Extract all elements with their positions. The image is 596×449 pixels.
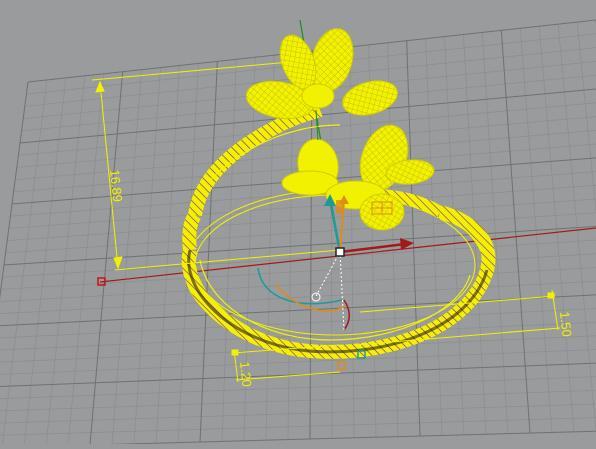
dimension-band-thickness-label: 1.20: [237, 361, 255, 388]
dimension-band-width-label: 1.50: [557, 311, 575, 338]
x-axis-line: [99, 227, 596, 283]
rhino-perspective-viewport[interactable]: 16.89 1.50 1.20: [0, 0, 596, 448]
flower-top[interactable]: [243, 24, 401, 124]
dimension-height-label: 16.89: [107, 169, 125, 203]
pivot-point-icon[interactable]: [335, 247, 345, 257]
